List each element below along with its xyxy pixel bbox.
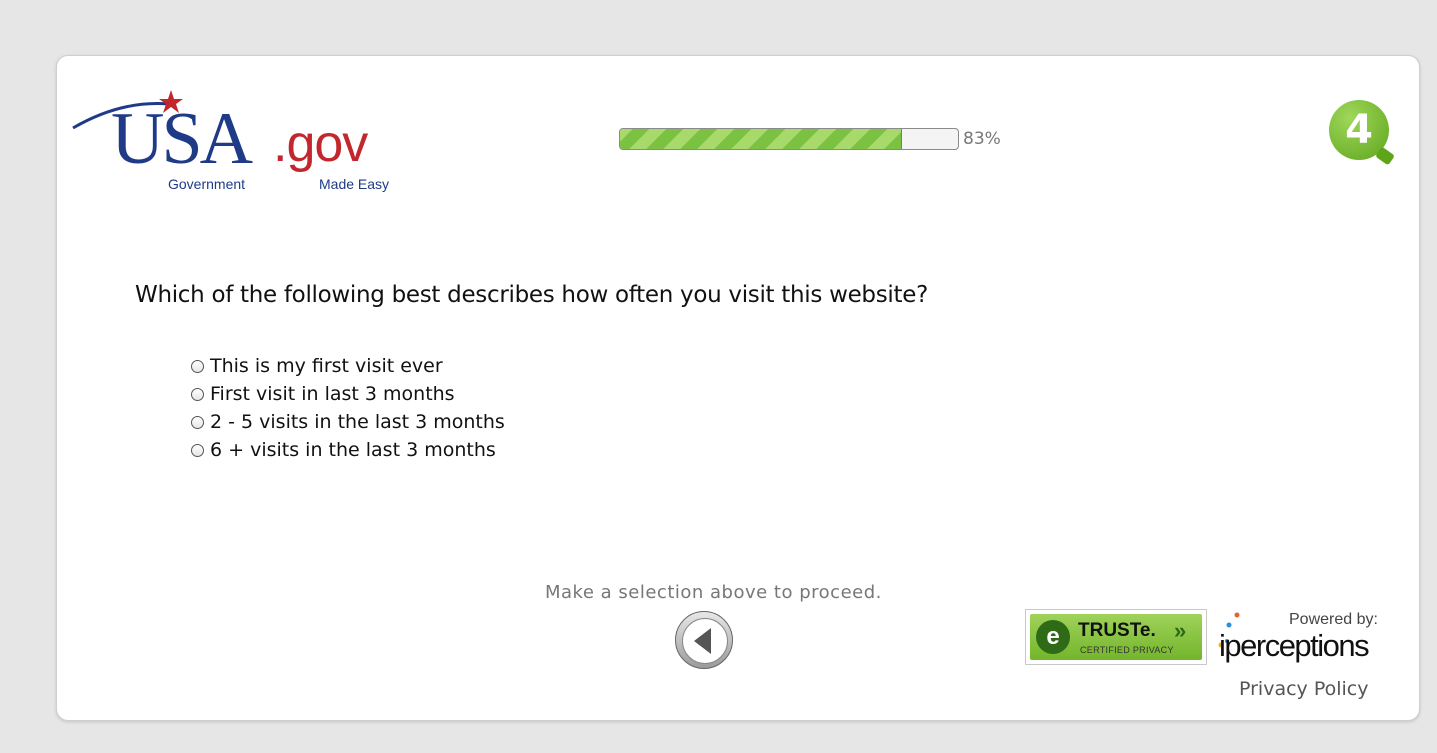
radio-button[interactable] <box>191 415 204 429</box>
option-6-plus-visits[interactable]: 6 + visits in the last 3 months <box>191 436 505 464</box>
logo-usa-text: USA <box>111 98 253 180</box>
option-label: 6 + visits in the last 3 months <box>210 439 496 461</box>
truste-name: TRUSTe. <box>1078 620 1156 641</box>
option-2-5-visits[interactable]: 2 - 5 visits in the last 3 months <box>191 408 505 436</box>
truste-seal-background: e TRUSTe. » CERTIFIED PRIVACY <box>1030 614 1202 660</box>
option-label: 2 - 5 visits in the last 3 months <box>210 411 505 433</box>
option-first-in-3-months[interactable]: First visit in last 3 months <box>191 380 505 408</box>
powered-by-label: Powered by: <box>1289 611 1378 628</box>
answer-options: This is my first visit ever First visit … <box>191 352 505 464</box>
truste-seal[interactable]: e TRUSTe. » CERTIFIED PRIVACY <box>1025 609 1207 665</box>
privacy-policy-link[interactable]: Privacy Policy <box>1239 678 1368 700</box>
question-text: Which of the following best describes ho… <box>135 282 928 308</box>
logo-gov-text: .gov <box>273 115 368 173</box>
proceed-instruction: Make a selection above to proceed. <box>545 582 882 603</box>
progress-label: 83% <box>963 129 1001 149</box>
truste-arrows-icon: » <box>1174 618 1187 643</box>
radio-button[interactable] <box>191 359 204 373</box>
radio-button[interactable] <box>191 443 204 457</box>
option-label: This is my first visit ever <box>210 355 443 377</box>
radio-button[interactable] <box>191 387 204 401</box>
logo-tagline-left: Government <box>168 176 246 192</box>
option-first-visit[interactable]: This is my first visit ever <box>191 352 505 380</box>
progress-track <box>619 128 959 150</box>
4q-logo-icon: 4 <box>1329 100 1389 160</box>
usa-gov-logo: USA .gov Government Made Easy <box>71 88 421 198</box>
truste-e-icon: e <box>1036 620 1070 654</box>
survey-card: USA .gov Government Made Easy 83% 4 Whic… <box>56 55 1420 721</box>
truste-subtitle: CERTIFIED PRIVACY <box>1080 645 1174 655</box>
progress-fill <box>620 129 902 149</box>
option-label: First visit in last 3 months <box>210 383 455 405</box>
back-button[interactable] <box>675 611 733 669</box>
logo-tagline-right: Made Easy <box>319 176 390 192</box>
back-arrow-icon <box>694 628 711 654</box>
iperceptions-logo[interactable]: iperceptions <box>1219 628 1370 664</box>
